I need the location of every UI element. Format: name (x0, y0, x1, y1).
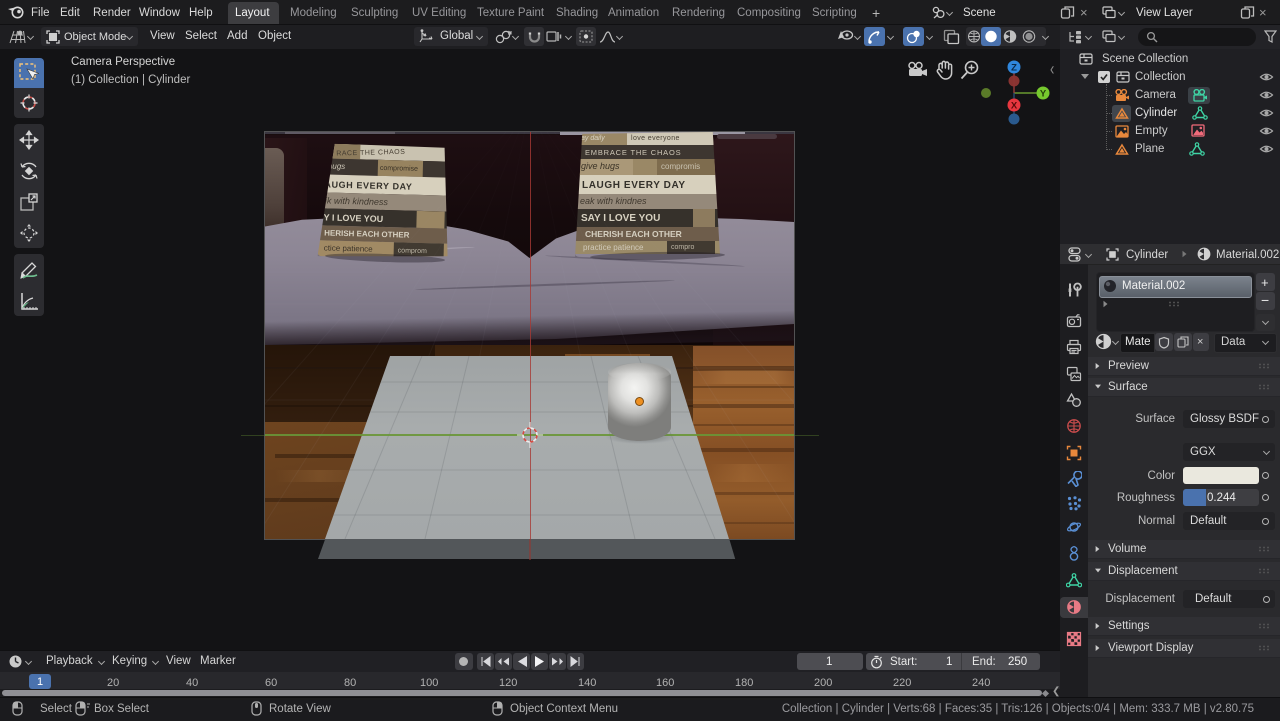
svg-text:X: X (1011, 100, 1018, 111)
svg-text:Z: Z (1011, 62, 1017, 73)
svg-text:Y: Y (1040, 89, 1047, 100)
